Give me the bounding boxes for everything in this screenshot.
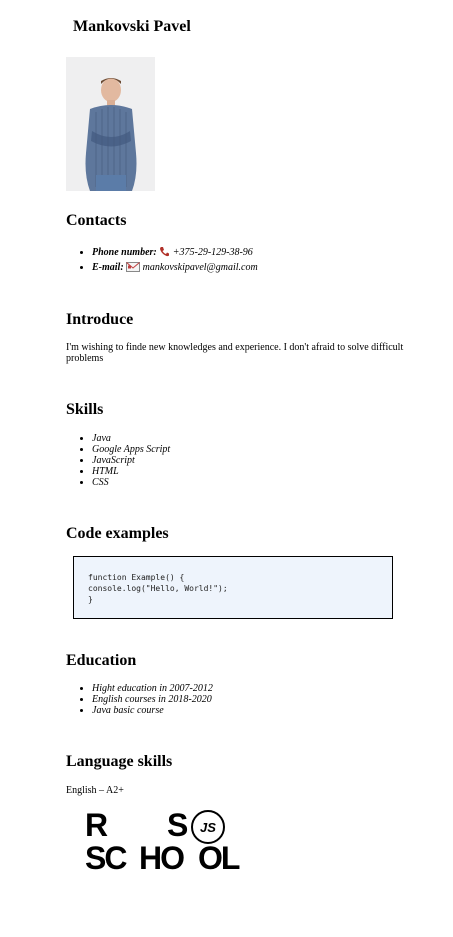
skill-item: Google Apps Script	[92, 444, 170, 455]
skills-heading: Skills	[66, 401, 104, 418]
js-badge-text: JS	[200, 820, 216, 835]
education-item: English courses in 2018-2020	[92, 694, 213, 705]
contact-phone: Phone number: +375-29-129-38-96	[92, 246, 258, 259]
education-list: Hight education in 2007-2012 English cou…	[66, 683, 213, 716]
logo-text-ol: OL	[198, 840, 240, 874]
logo-text-ho: HO	[139, 840, 184, 874]
contacts-list: Phone number: +375-29-129-38-96 E-mail: …	[66, 246, 258, 277]
logo-text-sc: SC	[85, 840, 127, 874]
language-text: English – A2+	[66, 785, 124, 796]
phone-label: Phone number:	[92, 247, 157, 258]
skill-item: JavaScript	[92, 455, 170, 466]
rs-school-logo: R S SC HO OL JS	[85, 808, 242, 874]
code-line: }	[88, 595, 93, 604]
introduce-heading: Introduce	[66, 311, 134, 328]
education-item: Hight education in 2007-2012	[92, 683, 213, 694]
code-line: console.log("Hello, World!");	[88, 584, 228, 593]
phone-value: +375-29-129-38-96	[172, 247, 253, 258]
code-line: function Example() {	[88, 573, 185, 582]
email-value[interactable]: mankovskipavel@gmail.com	[143, 262, 258, 273]
contact-email: E-mail: mankovskipavel@gmail.com	[92, 262, 258, 274]
skill-item: HTML	[92, 466, 170, 477]
education-heading: Education	[66, 652, 137, 669]
skill-item: CSS	[92, 477, 170, 488]
envelope-icon	[126, 262, 141, 272]
skill-item: Java	[92, 433, 170, 444]
code-examples-heading: Code examples	[66, 525, 169, 542]
contacts-heading: Contacts	[66, 212, 127, 229]
language-skills-heading: Language skills	[66, 753, 173, 770]
phone-icon	[160, 247, 170, 257]
logo-letter-s: S	[167, 808, 188, 843]
email-label: E-mail:	[92, 262, 124, 273]
profile-photo	[66, 57, 155, 191]
logo-letter-r: R	[85, 808, 108, 843]
education-item: Java basic course	[92, 705, 213, 716]
page-title: Mankovski Pavel	[73, 18, 191, 35]
introduce-text: I'm wishing to finde new knowledges and …	[66, 342, 404, 364]
code-block: function Example() { console.log("Hello,…	[73, 556, 393, 619]
skills-list: Java Google Apps Script JavaScript HTML …	[66, 433, 170, 488]
